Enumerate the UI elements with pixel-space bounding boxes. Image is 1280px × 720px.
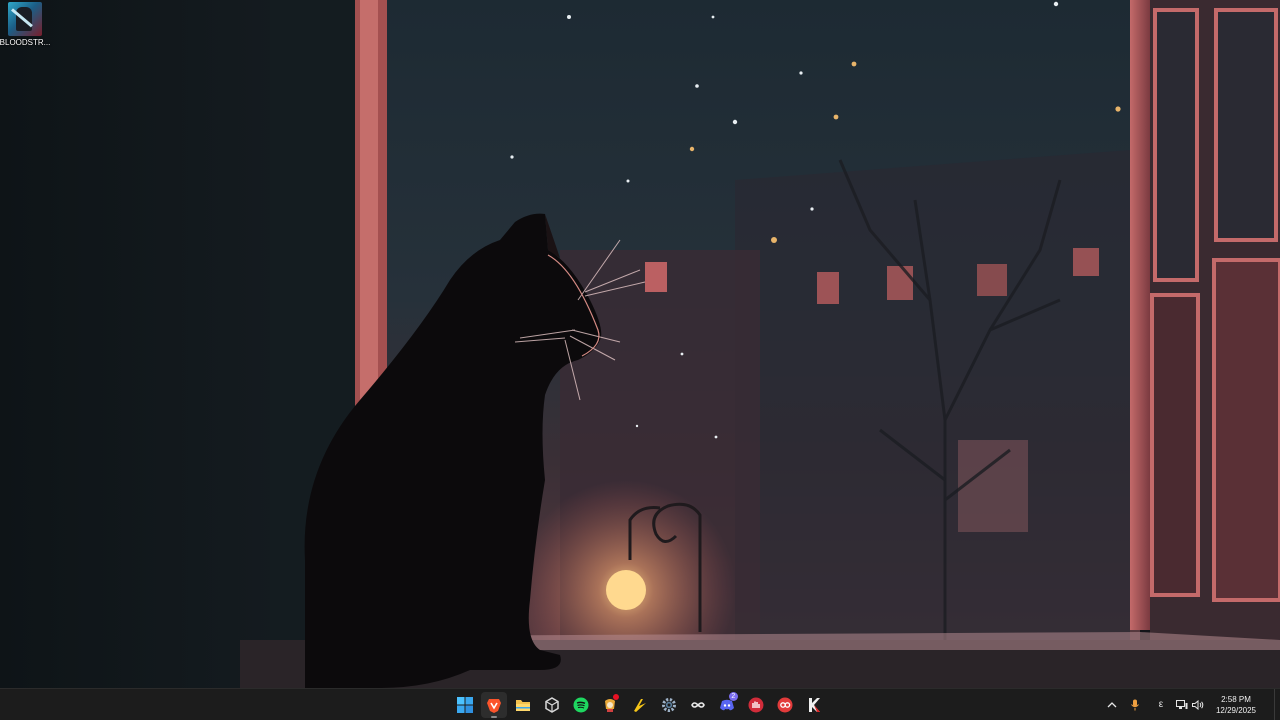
- speaker-icon: [1192, 699, 1204, 710]
- input-indicator[interactable]: ε: [1148, 693, 1174, 717]
- folder-icon: [516, 700, 531, 711]
- network-button[interactable]: [1174, 693, 1190, 717]
- wallpaper-cat-window: [0, 0, 1280, 688]
- running-indicator: [491, 716, 498, 718]
- microphone-tray-button[interactable]: [1122, 693, 1148, 717]
- taskbar-app-discord[interactable]: 2: [714, 692, 740, 718]
- show-hidden-icons-button[interactable]: [1102, 693, 1122, 717]
- taskbar-app-lol[interactable]: [597, 692, 623, 718]
- gear-icon: [661, 698, 676, 712]
- taskbar-app-infinity[interactable]: [685, 692, 711, 718]
- taskbar-app-red-circle[interactable]: [772, 692, 798, 718]
- clock-time: 2:58 PM: [1221, 694, 1251, 704]
- start-button[interactable]: [452, 692, 478, 718]
- taskbar-app-file-explorer[interactable]: [510, 692, 536, 718]
- system-tray: ε 2:58 PM 12/29/2025: [1102, 689, 1280, 720]
- taskbar-app-k[interactable]: [801, 692, 827, 718]
- infinity-logo-icon: [690, 702, 705, 708]
- chevron-up-icon: [1107, 701, 1117, 707]
- network-icon: [1176, 699, 1188, 709]
- taskbar: 2 ε 2:58 PM 12/29/2025: [0, 688, 1280, 720]
- desktop-shortcut-bloodstrike[interactable]: BLOODSTR...: [0, 2, 50, 52]
- k-logo-icon: [809, 698, 821, 712]
- taskbar-apps: 2: [452, 692, 830, 718]
- taskbar-app-settings[interactable]: [656, 692, 682, 718]
- taskbar-app-spotify[interactable]: [568, 692, 594, 718]
- yellow-arrow-icon: [633, 699, 646, 712]
- taskbar-app-yellow[interactable]: [627, 692, 653, 718]
- taskbar-app-unity[interactable]: [539, 692, 565, 718]
- desktop-shortcut-label: BLOODSTR...: [0, 38, 51, 47]
- volume-button[interactable]: [1190, 693, 1206, 717]
- taskbar-app-red-hand[interactable]: [743, 692, 769, 718]
- red-hand-icon: [748, 697, 764, 713]
- unity-cube-icon: [545, 697, 560, 713]
- show-desktop-button[interactable]: [1274, 689, 1280, 720]
- taskbar-app-brave[interactable]: [481, 692, 508, 718]
- clock-date: 12/29/2025: [1215, 705, 1257, 715]
- clock[interactable]: 2:58 PM 12/29/2025: [1206, 693, 1266, 717]
- desktop: BLOODSTR... 2 ε 2:58 PM 12/29/2025: [0, 0, 1280, 720]
- bloodstrike-game-icon: [8, 2, 42, 36]
- brave-browser-icon: [487, 699, 502, 713]
- notification-badge: [613, 694, 620, 700]
- microphone-icon: [1131, 699, 1139, 710]
- windows-start-icon: [457, 697, 473, 713]
- red-circle-icon: [777, 697, 793, 713]
- discord-notification-badge: 2: [728, 692, 738, 701]
- spotify-icon: [573, 697, 589, 713]
